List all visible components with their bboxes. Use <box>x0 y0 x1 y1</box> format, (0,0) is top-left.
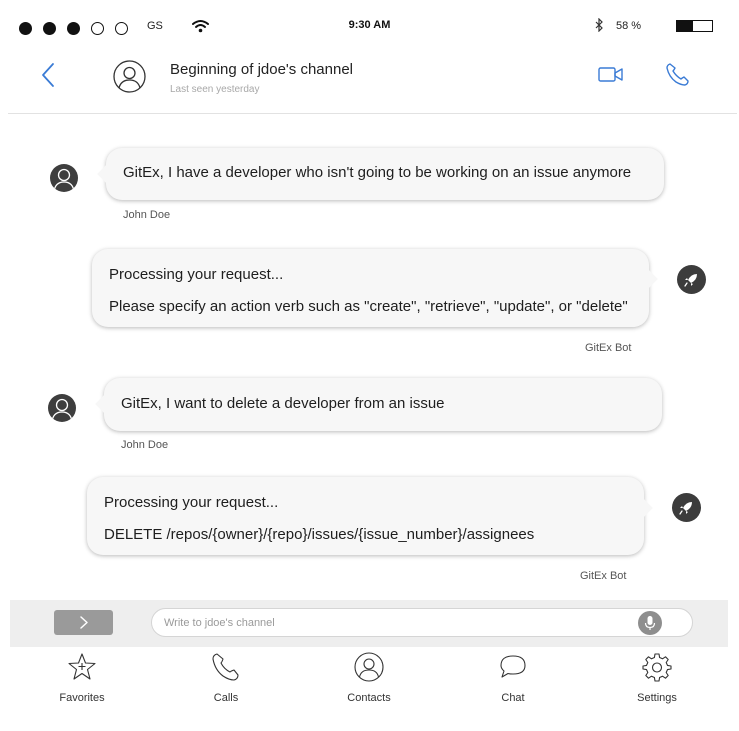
message-bubble[interactable]: GitEx, I want to delete a developer from… <box>95 378 662 431</box>
bot-avatar-icon <box>677 265 706 294</box>
message-text: Processing your request... <box>104 494 279 511</box>
send-button[interactable] <box>54 610 113 635</box>
phone-icon <box>212 653 239 681</box>
tab-calls[interactable]: Calls <box>181 652 271 712</box>
message-text: GitEx, I have a developer who isn't goin… <box>123 164 632 181</box>
back-button[interactable] <box>40 62 56 88</box>
tab-label: Contacts <box>347 692 391 704</box>
bluetooth-icon <box>595 18 603 32</box>
voice-call-button[interactable] <box>665 62 690 87</box>
message-text: DELETE /repos/{owner}/{repo}/issues/{iss… <box>104 526 535 543</box>
battery-icon <box>676 20 713 32</box>
message-text: Please specify an action verb such as "c… <box>109 298 628 315</box>
message-text: GitEx, I want to delete a developer from… <box>121 395 445 412</box>
sender-name: John Doe <box>121 439 169 451</box>
channel-title: Beginning of jdoe's channel <box>170 61 354 78</box>
message-bubble[interactable]: Processing your request... DELETE /repos… <box>87 477 653 555</box>
microphone-button[interactable] <box>638 611 662 635</box>
star-icon <box>68 653 96 680</box>
tab-label: Calls <box>213 692 239 704</box>
microphone-icon <box>644 616 656 630</box>
sender-name: John Doe <box>123 209 171 221</box>
message-input[interactable] <box>151 608 693 637</box>
gear-icon <box>642 653 672 682</box>
chat-bubble-icon <box>500 655 526 678</box>
message-bubble[interactable]: Processing your request... Please specif… <box>92 249 658 327</box>
last-seen-status: Last seen yesterday <box>170 84 260 95</box>
user-avatar-icon <box>48 394 76 422</box>
contact-avatar-icon[interactable] <box>113 60 146 93</box>
header-divider <box>8 113 737 114</box>
battery-percent: 58 % <box>616 20 642 32</box>
contact-icon <box>354 652 384 682</box>
chat-screen: GS 9:30 AM 58 % Beginning of jdoe's chan… <box>0 0 739 731</box>
tab-chat[interactable]: Chat <box>468 652 558 712</box>
tab-favorites[interactable]: Favorites <box>37 652 127 712</box>
tab-contacts[interactable]: Contacts <box>324 652 414 712</box>
user-avatar-icon <box>50 164 78 192</box>
video-call-button[interactable] <box>598 66 624 83</box>
sender-name: GitEx Bot <box>585 342 632 354</box>
tab-label: Settings <box>637 692 677 704</box>
chevron-right-icon <box>80 616 88 629</box>
message-bubble[interactable]: GitEx, I have a developer who isn't goin… <box>97 148 664 200</box>
bot-avatar-icon <box>672 493 701 522</box>
tab-label: Chat <box>501 692 525 704</box>
tab-settings[interactable]: Settings <box>612 652 702 712</box>
tab-label: Favorites <box>59 692 105 704</box>
message-text: Processing your request... <box>109 266 284 283</box>
sender-name: GitEx Bot <box>580 570 627 582</box>
